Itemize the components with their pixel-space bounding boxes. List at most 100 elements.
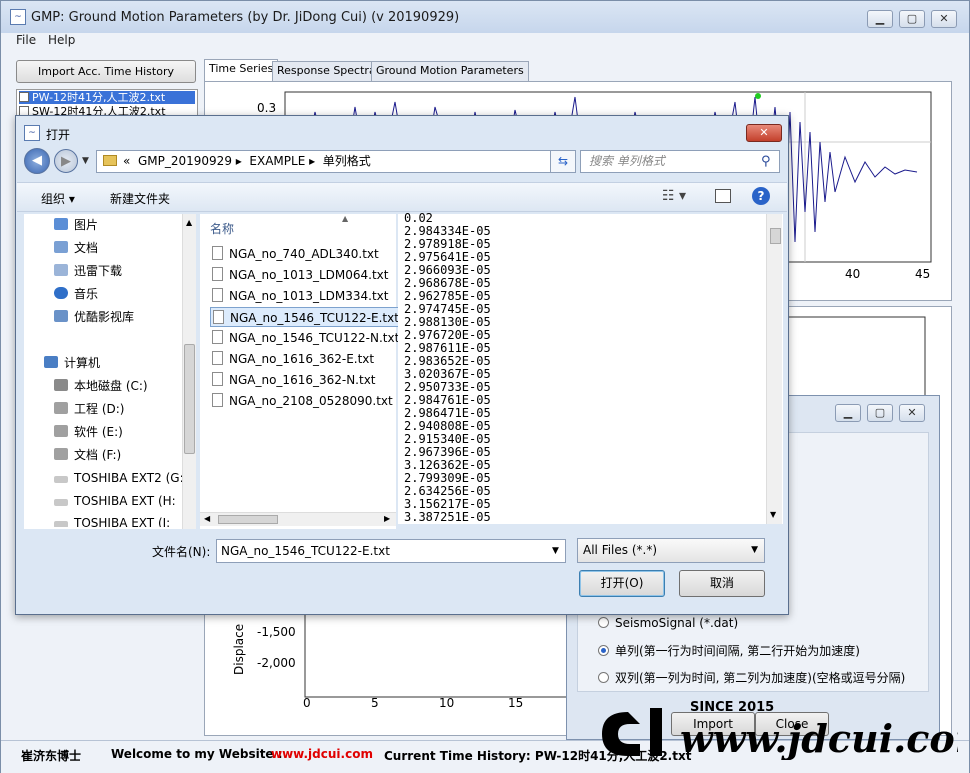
text-file-icon	[212, 288, 223, 302]
text-file-icon	[212, 246, 223, 260]
maximize-button[interactable]: ▢	[867, 404, 893, 422]
nav-item-youku[interactable]: 优酷影视库	[54, 307, 134, 327]
nav-item-music[interactable]: 音乐	[54, 284, 98, 304]
close-button[interactable]: ✕	[931, 10, 957, 28]
menu-file[interactable]: File	[16, 33, 36, 47]
nav-item-drive-d[interactable]: 工程 (D:)	[54, 399, 124, 419]
menu-help[interactable]: Help	[48, 33, 75, 47]
nav-item-drive-f[interactable]: 文档 (F:)	[54, 445, 121, 465]
recent-locations-icon[interactable]: ▼	[82, 156, 89, 166]
nav-item-drive-h[interactable]: TOSHIBA EXT (H:	[54, 491, 176, 511]
horizontal-scrollbar[interactable]: ◀ ▶	[200, 512, 396, 526]
scroll-left-icon[interactable]: ◀	[204, 514, 210, 523]
maximize-button[interactable]: ▢	[899, 10, 925, 28]
scroll-up-icon[interactable]: ▲	[186, 218, 192, 227]
nav-item-drive-e[interactable]: 软件 (E:)	[54, 422, 123, 442]
list-item[interactable]: PW-12时41分,人工波2.txt	[19, 91, 195, 104]
website-link[interactable]: www.jdcui.com	[271, 747, 373, 761]
option-single-column[interactable]: 单列(第一行为时间间隔, 第二行开始为加速度)	[598, 642, 860, 659]
option-seismosignal[interactable]: SeismoSignal (*.dat)	[598, 616, 738, 630]
nav-label: 优酷影视库	[74, 310, 135, 324]
nav-item-downloads[interactable]: 迅雷下载	[54, 261, 122, 281]
navigation-pane: 图片 文档 迅雷下载 音乐 优酷影视库 计算机 本地磁盘 (C:) 工程 (D:…	[24, 214, 196, 529]
file-list-item[interactable]: NGA_no_1616_362-N.txt	[210, 370, 378, 390]
tab-ground-motion-parameters[interactable]: Ground Motion Parameters	[371, 61, 529, 81]
xtick-label: 40	[845, 267, 860, 281]
computer-icon	[44, 356, 58, 368]
breadcrumb-item[interactable]: EXAMPLE	[249, 154, 305, 168]
documents-icon	[54, 241, 68, 253]
author-label: 崔济东博士	[21, 749, 82, 763]
nav-scrollbar[interactable]: ▲	[182, 214, 196, 529]
file-name: NGA_no_1013_LDM064.txt	[229, 268, 389, 282]
dialog-toolbar: 组织 ▾ 新建文件夹 ☷ ▾ ?	[17, 182, 787, 212]
option-label: 双列(第一列为时间, 第二列为加速度)(空格或逗号分隔)	[615, 671, 906, 685]
close-button[interactable]: ✕	[899, 404, 925, 422]
nav-label: 软件 (E:)	[74, 425, 123, 439]
radio[interactable]	[598, 645, 609, 656]
file-list-item[interactable]: NGA_no_1616_362-E.txt	[210, 349, 376, 369]
minimize-button[interactable]: ▁	[867, 10, 893, 28]
close-button[interactable]: ✕	[746, 124, 782, 142]
file-list-item[interactable]: NGA_no_2108_0528090.txt	[210, 391, 395, 411]
address-breadcrumb[interactable]: « GMP_20190929 ▸ EXAMPLE ▸ 单列格式 ▼	[96, 150, 568, 173]
breadcrumb-item[interactable]: 单列格式	[323, 154, 371, 168]
welcome-label: Welcome to my Website :	[111, 747, 283, 761]
option-label: SeismoSignal (*.dat)	[615, 616, 739, 630]
search-input[interactable]: 搜索 单列格式	[580, 150, 780, 173]
folder-icon	[103, 155, 117, 166]
tab-response-spectra[interactable]: Response Spectra	[272, 61, 381, 81]
preview-pane-icon[interactable]	[715, 189, 731, 203]
video-library-icon	[54, 310, 68, 322]
nav-item-drive-i[interactable]: TOSHIBA EXT (I:	[54, 513, 170, 527]
nav-item-drive-g[interactable]: TOSHIBA EXT2 (G:	[54, 468, 184, 488]
file-list-item[interactable]: NGA_no_1546_TCU122-N.txt	[210, 328, 401, 348]
file-list-item[interactable]: NGA_no_740_ADL340.txt	[210, 244, 381, 264]
cancel-button[interactable]: 取消	[679, 570, 765, 597]
filetype-select[interactable]: All Files (*.*) ▼	[577, 538, 765, 563]
view-icon[interactable]: ☷ ▾	[662, 188, 686, 204]
scroll-thumb[interactable]	[218, 515, 278, 524]
filename-label: 文件名(N):	[152, 545, 211, 559]
file-list-item[interactable]: NGA_no_1013_LDM334.txt	[210, 286, 390, 306]
nav-item-documents[interactable]: 文档	[54, 238, 98, 258]
radio[interactable]	[598, 672, 609, 683]
file-list-item[interactable]: NGA_no_1013_LDM064.txt	[210, 265, 390, 285]
nav-label: 计算机	[64, 356, 101, 370]
tab-time-series[interactable]: Time Series	[204, 59, 279, 82]
ytick-label: -2,000	[257, 656, 296, 670]
nav-label: 文档	[74, 241, 99, 255]
filename-input[interactable]: NGA_no_1546_TCU122-E.txt	[216, 539, 566, 563]
ytick-label: 0.3	[257, 101, 276, 115]
import-acc-button[interactable]: Import Acc. Time History	[16, 60, 196, 83]
minimize-button[interactable]: ▁	[835, 404, 861, 422]
help-icon[interactable]: ?	[752, 187, 770, 205]
back-arrow-icon[interactable]: ◀	[24, 148, 50, 174]
column-header-name[interactable]: 名称	[210, 220, 234, 237]
breadcrumb-item[interactable]: GMP_20190929	[138, 154, 232, 168]
forward-arrow-icon[interactable]: ▶	[54, 149, 78, 173]
organize-button[interactable]: 组织 ▾	[41, 190, 75, 207]
preview-scrollbar[interactable]: ▼	[766, 214, 782, 524]
search-icon[interactable]: ⚲	[761, 154, 771, 169]
open-button[interactable]: 打开(O)	[579, 570, 665, 597]
nav-item-drive-c[interactable]: 本地磁盘 (C:)	[54, 376, 148, 396]
scroll-right-icon[interactable]: ▶	[384, 514, 390, 523]
file-list-item[interactable]: NGA_no_1546_TCU122-E.txt	[210, 307, 402, 327]
list-item-label: PW-12时41分,人工波2.txt	[32, 91, 166, 104]
scroll-thumb[interactable]	[184, 344, 195, 454]
radio[interactable]	[598, 617, 609, 628]
new-folder-button[interactable]: 新建文件夹	[110, 190, 170, 207]
nav-item-pictures[interactable]: 图片	[54, 215, 98, 235]
music-icon	[54, 287, 68, 299]
chevron-down-icon[interactable]: ▼	[751, 539, 758, 562]
scroll-down-icon[interactable]: ▼	[770, 510, 776, 519]
chevron-down-icon[interactable]: ▼	[552, 546, 559, 556]
sort-up-icon: ▲	[342, 214, 349, 223]
scroll-thumb[interactable]	[770, 228, 781, 244]
checkbox[interactable]	[19, 92, 29, 102]
refresh-icon[interactable]: ⇆	[550, 150, 576, 173]
nav-label: 音乐	[74, 287, 99, 301]
nav-item-computer[interactable]: 计算机	[44, 353, 100, 373]
option-two-column[interactable]: 双列(第一列为时间, 第二列为加速度)(空格或逗号分隔)	[598, 669, 905, 686]
